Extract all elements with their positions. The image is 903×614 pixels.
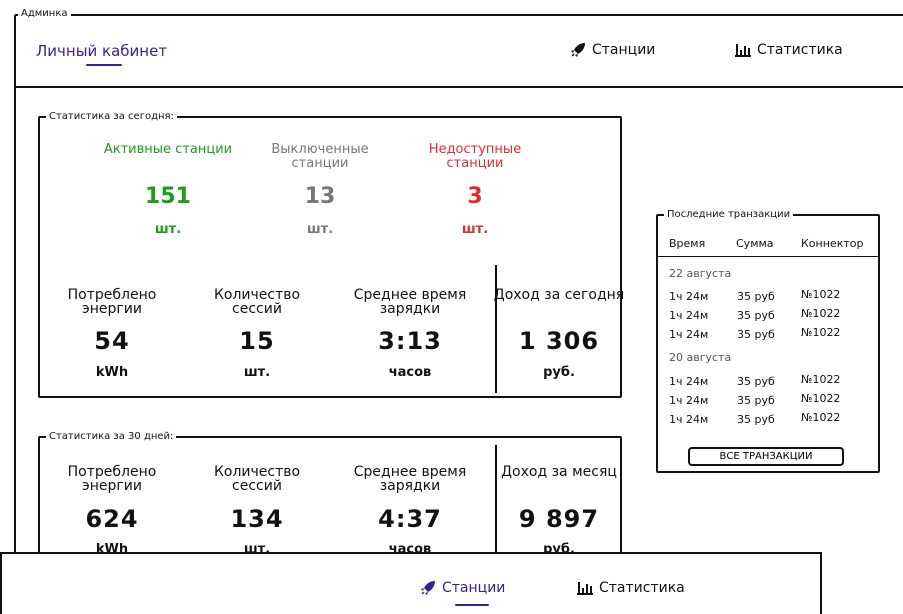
today-stats-legend: Статистика за сегодня: xyxy=(46,110,177,124)
tx-header-time: Время xyxy=(669,237,706,250)
today-income-label: Доход за сегодня xyxy=(493,287,625,303)
rocket-icon xyxy=(421,581,435,595)
today-energy-unit: kWh xyxy=(95,365,129,380)
tx-time: 1ч 24м xyxy=(669,328,709,341)
tx-header-connector: Коннектор xyxy=(801,237,864,250)
tx-amount: 35 руб xyxy=(737,290,775,303)
tx-connector: №1022 xyxy=(801,288,841,301)
cabinet-underline xyxy=(86,64,122,66)
bar-chart-icon xyxy=(735,44,751,57)
tx-connector: №1022 xyxy=(801,411,841,424)
bottom-nav-stations-label: Станции xyxy=(442,580,506,596)
tx-time: 1ч 24м xyxy=(669,290,709,303)
today-charge-time-unit: часов xyxy=(388,365,432,380)
disabled-stations-unit: шт. xyxy=(306,222,334,237)
bottom-nav-bar xyxy=(0,552,822,614)
today-income-value: 1 306 xyxy=(518,327,600,355)
tx-time: 1ч 24м xyxy=(669,413,709,426)
tx-connector: №1022 xyxy=(801,373,841,386)
today-energy-label: Потреблено энергии xyxy=(67,287,157,317)
nav-stations-label: Станции xyxy=(592,42,656,58)
rocket-icon xyxy=(571,43,585,57)
tx-header-divider xyxy=(658,256,878,257)
today-charge-time-label: Среднее время зарядки xyxy=(353,287,467,317)
bar-chart-icon xyxy=(577,582,593,595)
month-income-label: Доход за месяц xyxy=(501,464,617,480)
tx-time: 1ч 24м xyxy=(669,309,709,322)
tx-amount: 35 руб xyxy=(737,328,775,341)
month-sessions-label: Количество сессий xyxy=(213,464,301,494)
tx-time: 1ч 24м xyxy=(669,394,709,407)
today-sessions-unit: шт. xyxy=(243,365,271,380)
unavailable-stations-value: 3 xyxy=(467,184,483,209)
tx-amount: 35 руб xyxy=(737,309,775,322)
tx-amount: 35 руб xyxy=(737,394,775,407)
bottom-nav-statistics[interactable]: Статистика xyxy=(577,580,685,596)
all-transactions-button[interactable]: ВСЕ ТРАНЗАКЦИИ xyxy=(688,447,844,466)
transactions-legend: Последние транзакции xyxy=(664,208,794,222)
tx-amount: 35 руб xyxy=(737,413,775,426)
tx-header-amount: Сумма xyxy=(736,237,774,250)
header-divider xyxy=(14,86,903,88)
unavailable-stations-unit: шт. xyxy=(461,222,489,237)
nav-statistics-label: Статистика xyxy=(757,42,843,58)
today-energy-value: 54 xyxy=(94,327,130,355)
tx-amount: 35 руб xyxy=(737,375,775,388)
nav-stations[interactable]: Станции xyxy=(570,42,655,58)
month-charge-time-label: Среднее время зарядки xyxy=(353,464,467,494)
unavailable-stations-label: Недоступные станции xyxy=(428,142,522,171)
tx-connector: №1022 xyxy=(801,307,841,320)
admin-legend: Админка xyxy=(18,7,71,21)
bottom-nav-underline xyxy=(455,604,489,606)
month-energy-value: 624 xyxy=(85,505,139,533)
disabled-stations-label: Выключенные станции xyxy=(271,142,369,171)
today-income-unit: руб. xyxy=(543,365,575,380)
tx-group-date: 20 августа xyxy=(669,351,732,364)
today-charge-time-value: 3:13 xyxy=(378,327,442,355)
month-income-value: 9 897 xyxy=(518,505,600,533)
month-stats-legend: Статистика за 30 дней: xyxy=(46,430,177,444)
transactions-panel: Последние транзакции xyxy=(656,208,880,473)
tx-connector: №1022 xyxy=(801,392,841,405)
nav-statistics[interactable]: Статистика xyxy=(735,42,843,58)
tx-connector: №1022 xyxy=(801,326,841,339)
active-stations-value: 151 xyxy=(145,184,191,209)
month-charge-time-value: 4:37 xyxy=(378,505,442,533)
active-stations-unit: шт. xyxy=(154,222,182,237)
today-sessions-value: 15 xyxy=(239,327,275,355)
month-energy-label: Потреблено энергии xyxy=(67,464,157,494)
active-stations-label: Активные станции xyxy=(103,142,233,157)
today-sessions-label: Количество сессий xyxy=(213,287,301,317)
bottom-nav-statistics-label: Статистика xyxy=(599,580,685,596)
cabinet-link[interactable]: Личный кабинет xyxy=(36,42,167,60)
month-sessions-value: 134 xyxy=(230,505,284,533)
bottom-nav-stations[interactable]: Станции xyxy=(420,580,505,596)
disabled-stations-value: 13 xyxy=(304,184,336,209)
tx-group-date: 22 августа xyxy=(669,267,732,280)
tx-time: 1ч 24м xyxy=(669,375,709,388)
